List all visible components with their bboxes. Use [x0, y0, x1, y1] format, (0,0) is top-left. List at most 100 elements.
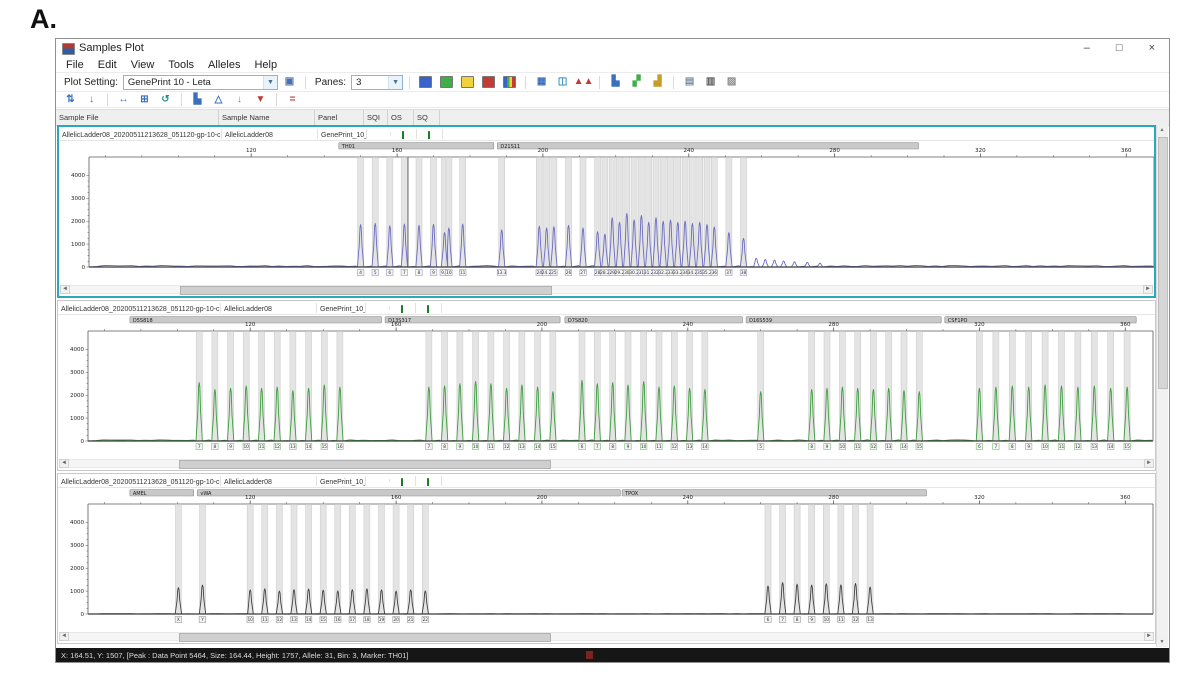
menu-tools[interactable]: Tools	[161, 59, 201, 71]
scroll-left-icon[interactable]: ◄	[59, 632, 69, 641]
app-icon	[62, 43, 75, 55]
svg-text:160: 160	[391, 322, 402, 328]
zoom-fit-icon[interactable]: ⊞	[135, 91, 154, 108]
menu-view[interactable]: View	[124, 59, 162, 71]
scroll-right-icon[interactable]: ►	[1143, 285, 1153, 294]
column-header-sq[interactable]: SQ	[414, 110, 440, 125]
svg-text:160: 160	[392, 148, 403, 154]
scroll-up-icon[interactable]: ▲	[1157, 125, 1167, 135]
scroll-thumb[interactable]	[179, 460, 551, 469]
pane-horizontal-scrollbar[interactable]: ◄►	[60, 285, 1153, 294]
svg-text:16: 16	[335, 617, 341, 623]
svg-text:200: 200	[537, 495, 548, 501]
title-bar[interactable]: Samples Plot – □ ×	[56, 39, 1169, 57]
vertical-scrollbar[interactable]: ▲ ▼	[1156, 125, 1168, 647]
toolbar-separator	[107, 93, 108, 106]
chevron-down-icon[interactable]: ▼	[263, 76, 277, 89]
move-down-icon[interactable]: ↓	[82, 91, 101, 108]
svg-text:12: 12	[277, 617, 283, 623]
svg-text:8: 8	[214, 444, 217, 450]
histogram-view-icon[interactable]: ▙	[606, 74, 625, 91]
chevron-down-icon[interactable]: ▼	[388, 76, 402, 89]
scroll-down-icon[interactable]: ▼	[1157, 637, 1167, 647]
green-arrow-icon[interactable]: ↓	[230, 91, 249, 108]
menu-file[interactable]: File	[59, 59, 91, 71]
equalize-icon[interactable]: =	[283, 91, 302, 108]
plot-area[interactable]: D5S818D13S317D7S820D16S539CSF1PO12016020…	[58, 315, 1155, 455]
svg-text:15: 15	[917, 444, 923, 450]
pane-horizontal-scrollbar[interactable]: ◄►	[59, 459, 1154, 468]
plot-area[interactable]: TH01D21S11120160200240280320360010002000…	[59, 141, 1154, 281]
print-icon[interactable]: ▥	[701, 74, 720, 91]
electropherogram-plot[interactable]: AMELvWATPOX12016020024028032036001000200…	[58, 488, 1155, 628]
ladder-view-icon[interactable]: ▟	[648, 74, 667, 91]
dye-yellow-icon[interactable]	[458, 74, 477, 91]
sample-table-header: Sample File Sample Name Panel SQI OS SQ	[56, 109, 1169, 126]
sort-peaks-icon[interactable]: ⇅	[61, 91, 80, 108]
close-button[interactable]: ×	[1149, 42, 1155, 54]
vertical-scroll-thumb[interactable]	[1158, 137, 1168, 389]
panes-dropdown[interactable]: 3 ▼	[351, 75, 403, 90]
menu-help[interactable]: Help	[247, 59, 284, 71]
svg-text:360: 360	[1121, 148, 1132, 154]
svg-text:17: 17	[350, 617, 356, 623]
report-icon[interactable]: ▤	[680, 74, 699, 91]
scroll-right-icon[interactable]: ►	[1144, 459, 1154, 468]
plot-settings-icon[interactable]: ▣	[280, 74, 299, 91]
dye-green-icon[interactable]	[437, 74, 456, 91]
column-header-sqi[interactable]: SQI	[364, 110, 388, 125]
status-red-indicator	[586, 651, 593, 659]
svg-text:26: 26	[566, 270, 572, 276]
triangle-marker-icon[interactable]: △	[209, 91, 228, 108]
grid-view-icon[interactable]: ▦	[532, 74, 551, 91]
minimize-button[interactable]: –	[1084, 42, 1090, 54]
dye-all-icon[interactable]	[500, 74, 519, 91]
sample-row[interactable]: AllelicLadder08_20200511213628_051120-gp…	[58, 301, 1155, 315]
scroll-track[interactable]	[69, 459, 1144, 468]
electropherogram-plot[interactable]: TH01D21S11120160200240280320360010002000…	[59, 141, 1154, 281]
plot-setting-dropdown[interactable]: GenePrint 10 - Leta ▼	[123, 75, 278, 90]
maximize-button[interactable]: □	[1116, 42, 1123, 54]
y-scale-icon[interactable]: ▙	[188, 91, 207, 108]
column-header-panel[interactable]: Panel	[315, 110, 364, 125]
svg-text:2000: 2000	[71, 219, 85, 225]
svg-text:120: 120	[246, 148, 257, 154]
pane-horizontal-scrollbar[interactable]: ◄►	[59, 632, 1154, 641]
dye-red-icon[interactable]	[479, 74, 498, 91]
svg-text:10: 10	[840, 444, 846, 450]
reset-view-icon[interactable]: ↺	[156, 91, 175, 108]
flask-icon[interactable]: ▼	[251, 91, 270, 108]
split-view-icon[interactable]: ◫	[553, 74, 572, 91]
scroll-track[interactable]	[70, 285, 1143, 294]
dye-blue-icon[interactable]	[416, 74, 435, 91]
menu-edit[interactable]: Edit	[91, 59, 124, 71]
sample-row[interactable]: AllelicLadder08_20200511213628_051120-gp…	[58, 474, 1155, 488]
svg-text:37: 37	[726, 270, 732, 276]
sample-row[interactable]: AllelicLadder08_20200511213628_051120-gp…	[59, 127, 1154, 141]
scroll-thumb[interactable]	[180, 286, 552, 295]
fit-width-icon[interactable]: ↔	[114, 91, 133, 108]
column-header-sample-file[interactable]: Sample File	[56, 110, 219, 125]
scroll-track[interactable]	[69, 632, 1144, 641]
overlay-chart-icon[interactable]: ▞	[627, 74, 646, 91]
column-header-sample-name[interactable]: Sample Name	[219, 110, 315, 125]
sample-name-cell: AllelicLadder08	[221, 476, 317, 486]
menu-alleles[interactable]: Alleles	[201, 59, 247, 71]
scroll-right-icon[interactable]: ►	[1144, 632, 1154, 641]
electropherogram-plot[interactable]: D5S818D13S317D7S820D16S539CSF1PO12016020…	[58, 315, 1155, 455]
svg-text:320: 320	[974, 495, 985, 501]
plot-area[interactable]: AMELvWATPOX12016020024028032036001000200…	[58, 488, 1155, 628]
show-peaks-icon[interactable]: ▲▲	[574, 74, 593, 91]
scroll-thumb[interactable]	[179, 633, 551, 642]
sample-panel-cell: GenePrint_10_v1.1	[317, 476, 366, 486]
column-header-os[interactable]: OS	[388, 110, 414, 125]
svg-text:8: 8	[611, 444, 614, 450]
scroll-left-icon[interactable]: ◄	[60, 285, 70, 294]
svg-text:13: 13	[886, 444, 892, 450]
svg-text:360: 360	[1120, 495, 1131, 501]
svg-text:11: 11	[460, 270, 466, 276]
sample-row-filler	[443, 132, 1154, 135]
image-export-icon[interactable]: ▨	[722, 74, 741, 91]
scroll-left-icon[interactable]: ◄	[59, 459, 69, 468]
svg-text:10: 10	[247, 617, 253, 623]
